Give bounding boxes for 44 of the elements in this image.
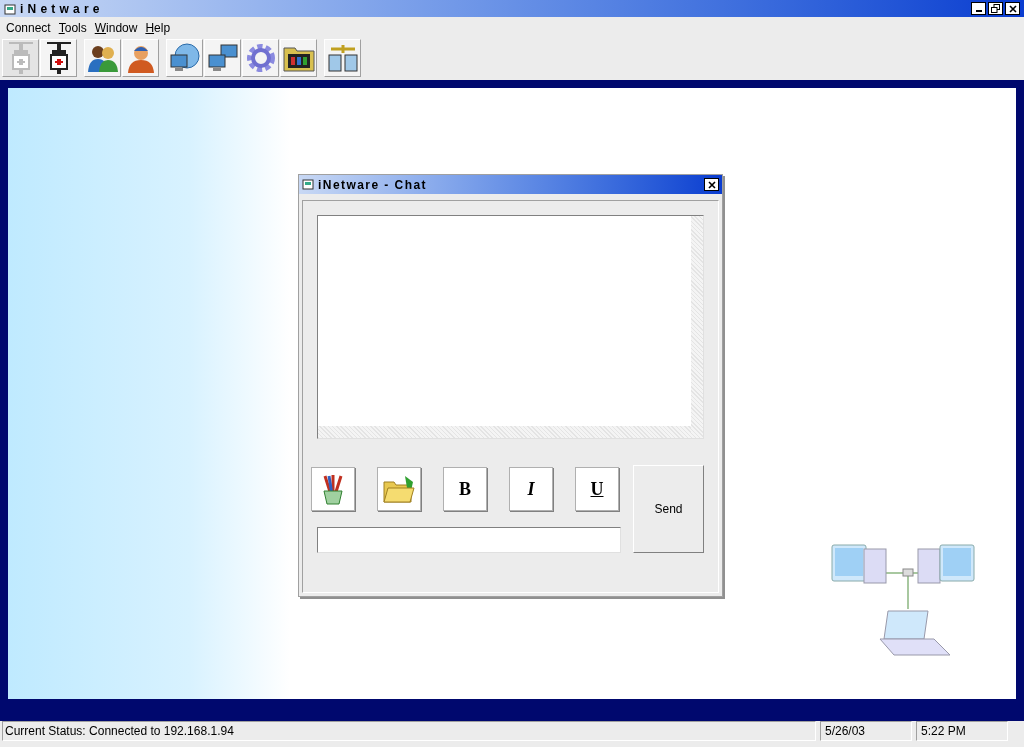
bold-button[interactable]: B [443, 467, 487, 511]
paint-button[interactable] [311, 467, 355, 511]
minimize-button[interactable] [971, 2, 986, 15]
close-button[interactable] [1005, 2, 1020, 15]
underline-button[interactable]: U [575, 467, 619, 511]
network-icon [326, 43, 359, 73]
gear-icon [245, 43, 276, 73]
message-input[interactable] [317, 527, 621, 553]
status-date: 5/26/03 [820, 720, 912, 741]
person-icon [125, 43, 156, 73]
plug-icon [8, 41, 33, 75]
computers-icon [206, 43, 239, 73]
toolbar-button[interactable] [84, 39, 121, 77]
open-file-button[interactable] [377, 467, 421, 511]
restore-icon [991, 4, 1000, 13]
globe-computer-icon [168, 43, 201, 73]
people-icon [86, 43, 119, 73]
menu-item[interactable]: Window [90, 18, 142, 37]
horizontal-scrollbar[interactable] [318, 426, 691, 438]
menu-item[interactable]: Tools [54, 18, 91, 37]
toolbar-button[interactable] [166, 39, 203, 77]
italic-button[interactable]: I [509, 467, 553, 511]
menu-item[interactable]: Help [141, 18, 175, 37]
vertical-scrollbar[interactable] [691, 216, 703, 438]
window-title: iNetware [20, 0, 104, 18]
toolbar-button[interactable] [280, 39, 317, 77]
chat-window-title: iNetware - Chat [318, 176, 427, 194]
close-icon [707, 180, 716, 189]
send-button[interactable]: Send [633, 465, 704, 553]
folder-icon [282, 44, 315, 72]
close-button[interactable] [704, 178, 719, 191]
folder-icon [383, 474, 415, 504]
toolbar-button[interactable] [204, 39, 241, 77]
plug-icon [46, 41, 71, 75]
pens-in-cup-icon [320, 473, 346, 505]
restore-button[interactable] [988, 2, 1003, 15]
app-icon [4, 2, 16, 15]
minimize-icon [975, 10, 982, 12]
menu-item[interactable]: Connect [2, 18, 55, 37]
app-icon [302, 179, 314, 190]
status-text: Current Status: Connected to 192.168.1.94 [2, 720, 816, 741]
toolbar-button[interactable] [40, 39, 77, 77]
status-time: 5:22 PM [916, 720, 1008, 741]
close-icon [1008, 4, 1017, 13]
